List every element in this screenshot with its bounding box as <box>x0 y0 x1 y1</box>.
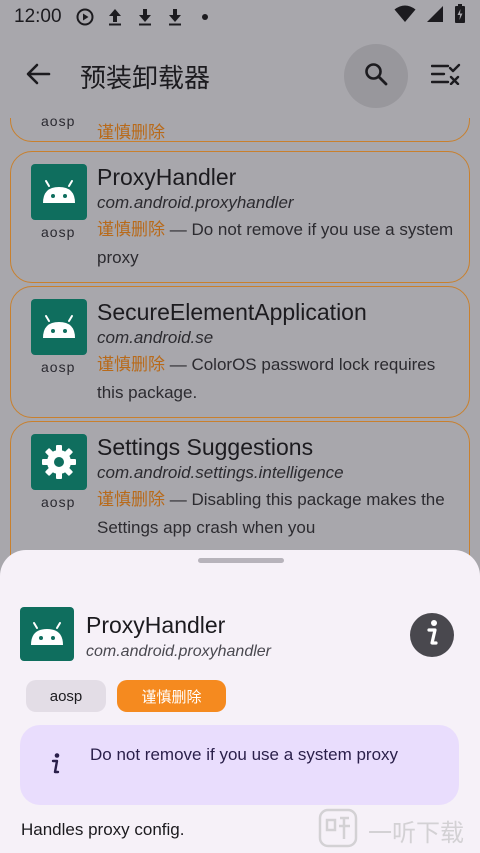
dot-icon <box>196 8 214 26</box>
removal-tag: 谨慎删除 <box>97 123 165 142</box>
repo-label: aosp <box>41 224 76 240</box>
status-bar: 12:00 <box>0 0 480 34</box>
info-button[interactable] <box>410 613 454 657</box>
sheet-package-name: ProxyHandler <box>86 612 226 638</box>
watermark-logo-icon <box>318 808 358 853</box>
package-name: Settings Suggestions <box>97 434 314 460</box>
separator: — <box>165 490 192 509</box>
package-description: 谨慎删除 — ColorOS password lock requires th… <box>97 351 455 407</box>
list-item[interactable]: aosp SecureElementApplication com.androi… <box>10 286 470 418</box>
note-card: Do not remove if you use a system proxy <box>20 725 459 805</box>
package-name: SecureElementApplication <box>97 299 367 325</box>
android-icon <box>20 607 74 661</box>
repo-label: aosp <box>41 494 76 510</box>
android-icon <box>31 164 87 220</box>
play-circle-icon <box>76 8 94 26</box>
filter-list-icon <box>430 63 461 90</box>
note-text: Do not remove if you use a system proxy <box>90 745 399 764</box>
repo-chip[interactable]: aosp <box>26 680 106 712</box>
back-button[interactable] <box>14 52 62 100</box>
app-bar: 预装卸载器 <box>0 34 480 118</box>
watermark-text: 一听下载 <box>368 820 464 847</box>
watermark: 一听下载 <box>318 808 480 853</box>
download-icon <box>136 8 154 26</box>
repo-label: aosp <box>41 118 76 129</box>
removal-tag: 谨慎删除 <box>97 490 165 509</box>
info-icon <box>422 619 442 652</box>
gear-icon <box>31 434 87 490</box>
list-item[interactable]: aosp ProxyHandler com.android.proxyhandl… <box>10 151 470 283</box>
repo-label: aosp <box>41 359 76 375</box>
package-id: com.android.proxyhandler <box>97 193 294 212</box>
signal-icon <box>426 5 444 29</box>
package-id: com.android.settings.intelligence <box>97 463 344 482</box>
search-button[interactable] <box>344 44 408 108</box>
separator: — <box>165 355 192 374</box>
android-icon <box>31 299 87 355</box>
download-icon <box>166 8 184 26</box>
sheet-description: Handles proxy config. <box>21 820 185 839</box>
page-title: 预装卸载器 <box>80 62 211 93</box>
drag-handle[interactable] <box>198 558 284 563</box>
status-time: 12:00 <box>14 6 62 27</box>
list-item[interactable]: aosp 谨慎删除 <box>10 118 470 142</box>
arrow-back-icon <box>25 61 51 92</box>
sheet-package-id: com.android.proxyhandler <box>86 643 271 660</box>
package-description: 谨慎删除 — Do not remove if you use a system… <box>97 216 455 272</box>
removal-tag: 谨慎删除 <box>97 355 165 374</box>
separator: — <box>165 220 192 239</box>
package-id: com.android.se <box>97 328 214 347</box>
package-description: 谨慎删除 — Disabling this package makes the … <box>97 486 455 542</box>
battery-icon <box>454 4 466 30</box>
package-list[interactable]: aosp 谨慎删除 aosp ProxyHandler com.android.… <box>0 118 480 558</box>
wifi-icon <box>394 5 416 29</box>
removal-tag: 谨慎删除 <box>97 220 165 239</box>
removal-chip[interactable]: 谨慎删除 <box>117 680 226 712</box>
package-name: ProxyHandler <box>97 164 237 190</box>
search-icon <box>363 61 389 92</box>
info-icon <box>46 749 64 779</box>
upload-icon <box>106 8 124 26</box>
list-item[interactable]: aosp Settings Suggestions com.android.se… <box>10 421 470 558</box>
filter-button[interactable] <box>426 56 466 96</box>
